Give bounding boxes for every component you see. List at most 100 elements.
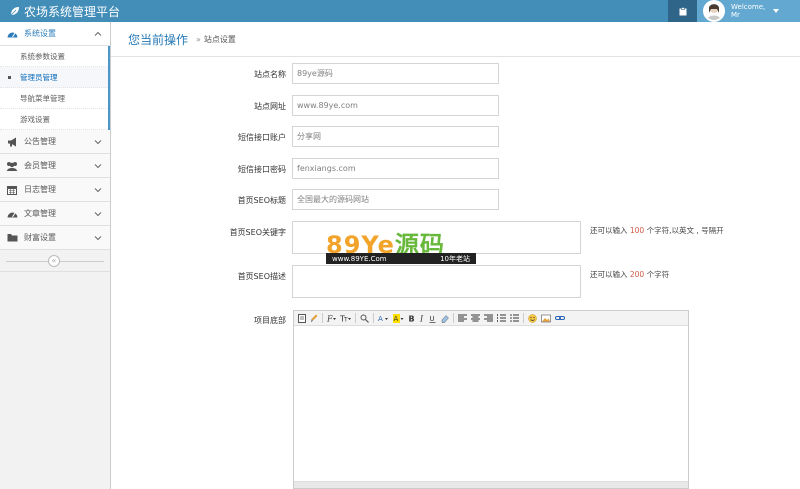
welcome-text: Welcome, <box>731 3 766 11</box>
sms-account-input[interactable] <box>292 126 499 147</box>
top-navbar: 农场系统管理平台 Welcome, Mr <box>0 0 800 22</box>
seo-desc-textarea[interactable] <box>292 265 581 298</box>
sidebar-item-label: 系统设置 <box>24 29 56 38</box>
leaf-icon <box>10 7 19 16</box>
svg-text:A: A <box>378 315 383 323</box>
caret-down-icon <box>773 9 780 13</box>
users-icon <box>6 160 18 172</box>
sidebar-item-label: 文章管理 <box>24 209 56 218</box>
site-name-input[interactable] <box>292 63 499 84</box>
link-icon[interactable] <box>555 313 565 324</box>
sidebar-subitem-system-params[interactable]: 系统参数设置 <box>0 46 108 67</box>
sms-password-input[interactable] <box>292 158 499 179</box>
emoticon-icon[interactable] <box>528 313 537 324</box>
page-title: 您当前操作 <box>128 32 189 47</box>
gauge-icon <box>6 208 18 220</box>
svg-text:U: U <box>430 315 435 323</box>
sidebar-item-logs[interactable]: 日志管理 <box>0 178 110 202</box>
font-family-icon[interactable]: F <box>327 313 336 324</box>
collapse-sidebar-icon[interactable]: « <box>48 255 60 267</box>
seo-keywords-hint: 还可以输入 100 个字符,以英文 , 号隔开 <box>590 225 724 236</box>
seo-desc-hint: 还可以输入 200 个字符 <box>590 269 669 280</box>
eraser-icon[interactable] <box>440 313 449 324</box>
sidebar-item-announcements[interactable]: 公告管理 <box>0 130 110 154</box>
sms-password-label: 短信接口密码 <box>238 165 286 174</box>
unordered-list-icon[interactable] <box>510 313 519 324</box>
sidebar-item-articles[interactable]: 文章管理 <box>0 202 110 226</box>
font-size-icon[interactable]: TT <box>340 313 351 324</box>
chevron-down-icon <box>94 188 102 193</box>
editor-resize-handle[interactable] <box>294 481 688 488</box>
chevron-up-icon <box>94 31 102 36</box>
hint-count: 200 <box>629 270 645 279</box>
source-icon[interactable] <box>298 313 306 324</box>
breadcrumb-current: 站点设置 <box>203 34 236 44</box>
calendar-icon <box>6 184 18 196</box>
seo-keywords-label: 首页SEO关键字 <box>229 228 286 237</box>
watermark-logo: 89Ye源码 www.89YE.Com 10年老站 <box>326 225 476 265</box>
svg-text:F: F <box>327 314 333 323</box>
hint-prefix: 还可以输入 <box>590 270 628 279</box>
bullhorn-icon <box>6 136 18 148</box>
sidebar-item-members[interactable]: 会员管理 <box>0 154 110 178</box>
align-right-icon[interactable] <box>484 313 493 324</box>
highlight-color-icon[interactable]: A <box>393 313 404 324</box>
seo-title-input[interactable] <box>292 189 499 210</box>
breadcrumb: 您当前操作 » 站点设置 <box>111 22 800 57</box>
hint-count: 100 <box>629 226 645 235</box>
bold-icon[interactable]: B <box>408 313 415 324</box>
brand[interactable]: 农场系统管理平台 <box>10 3 120 19</box>
sms-account-label: 短信接口账户 <box>238 133 286 142</box>
site-url-label: 站点网址 <box>254 102 286 111</box>
chevron-down-icon <box>94 212 102 217</box>
subitem-label: 系统参数设置 <box>20 51 65 61</box>
sidebar-item-label: 财富设置 <box>24 233 56 242</box>
search-icon[interactable] <box>360 313 369 324</box>
clipboard-icon <box>679 6 686 15</box>
sidebar-item-system-settings[interactable]: 系统设置 <box>0 22 110 46</box>
chevron-down-icon <box>94 236 102 241</box>
editor-toolbar: F TT A A B I U <box>294 311 688 326</box>
align-center-icon[interactable] <box>471 313 480 324</box>
seo-title-label: 首页SEO标题 <box>237 196 286 205</box>
hint-prefix: 还可以输入 <box>590 226 628 235</box>
svg-text:A: A <box>394 315 399 323</box>
sidebar: 系统设置 系统参数设置 管理员管理 导航菜单管理 游戏设置 公告管理 会员管理 … <box>0 22 111 489</box>
site-url-input[interactable] <box>292 95 499 116</box>
font-color-icon[interactable]: A <box>378 313 389 324</box>
sidebar-item-label: 日志管理 <box>24 185 56 194</box>
italic-icon[interactable]: I <box>419 313 425 324</box>
ordered-list-icon[interactable] <box>497 313 506 324</box>
sidebar-item-wealth[interactable]: 财富设置 <box>0 226 110 250</box>
tasks-button[interactable] <box>668 0 697 22</box>
tachometer-icon <box>6 28 18 40</box>
watermark-url: www.89YE.Com <box>332 254 387 263</box>
hint-suffix: 个字符,以英文 , 号隔开 <box>646 226 724 235</box>
chevron-down-icon <box>94 140 102 145</box>
folder-icon <box>6 232 18 244</box>
breadcrumb-separator: » <box>196 34 201 44</box>
align-left-icon[interactable] <box>458 313 467 324</box>
subitem-label: 导航菜单管理 <box>20 93 65 103</box>
image-icon[interactable] <box>541 313 551 324</box>
sidebar-item-label: 会员管理 <box>24 161 56 170</box>
app-title: 农场系统管理平台 <box>24 4 121 19</box>
watermark-tag: 10年老站 <box>440 254 470 263</box>
subitem-label: 管理员管理 <box>20 72 58 82</box>
user-name: Mr <box>731 11 740 19</box>
hint-suffix: 个字符 <box>646 270 670 279</box>
sidebar-subitem-nav-menu[interactable]: 导航菜单管理 <box>0 88 108 109</box>
svg-text:I: I <box>419 314 424 323</box>
sidebar-subitem-game-settings[interactable]: 游戏设置 <box>0 109 108 130</box>
user-menu[interactable]: Welcome, Mr <box>697 0 800 22</box>
chevron-down-icon <box>94 164 102 169</box>
submenu-system-settings: 系统参数设置 管理员管理 导航菜单管理 游戏设置 <box>0 46 110 130</box>
brush-icon[interactable] <box>310 313 318 324</box>
sidebar-subitem-admin-management[interactable]: 管理员管理 <box>0 67 108 88</box>
underline-icon[interactable]: U <box>429 313 436 324</box>
svg-text:T: T <box>343 316 348 323</box>
rich-text-editor[interactable]: F TT A A B I U <box>293 310 689 489</box>
site-name-label: 站点名称 <box>254 70 286 79</box>
sidebar-item-label: 公告管理 <box>24 137 56 146</box>
footer-label: 项目底部 <box>254 316 286 325</box>
